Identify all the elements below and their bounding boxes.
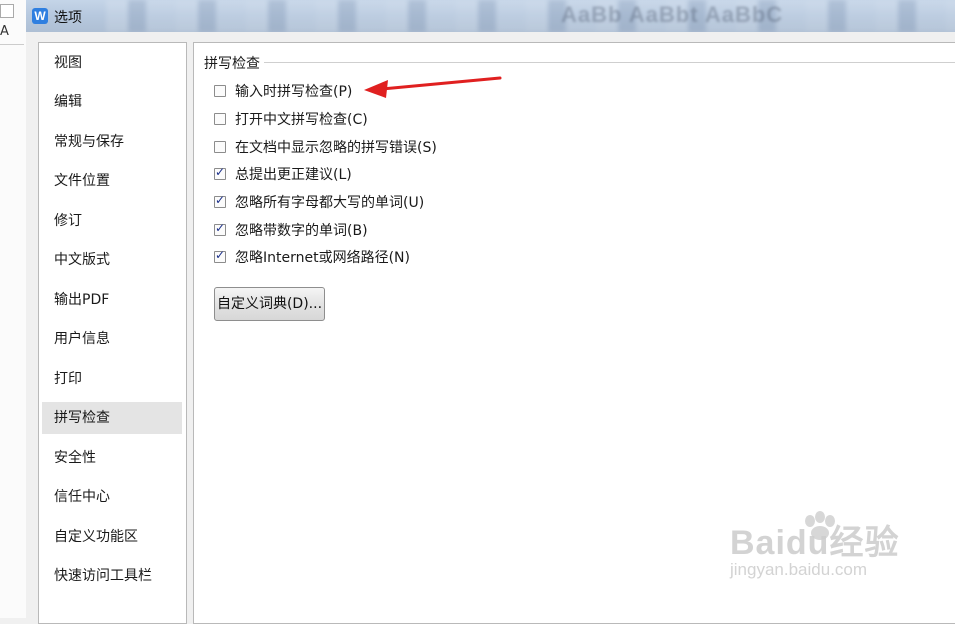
background-app-strip: A [0, 0, 27, 618]
checkbox[interactable] [214, 248, 226, 263]
option-ignore-internet-paths[interactable]: 忽略Internet或网络路径(N) [214, 247, 410, 267]
background-toolbar-icon: A [0, 24, 9, 39]
group-divider [264, 62, 955, 63]
dialog-title: 选项 [54, 10, 82, 26]
nav-item-export-pdf[interactable]: 输出PDF [42, 284, 182, 316]
nav-item-customize-ribbon[interactable]: 自定义功能区 [42, 521, 182, 553]
options-nav-list: 视图 编辑 常规与保存 文件位置 修订 中文版式 输出PDF 用户信息 打印 拼… [38, 42, 187, 624]
nav-item-security[interactable]: 安全性 [42, 442, 182, 474]
checkbox[interactable] [214, 85, 226, 97]
option-label: 在文档中显示忽略的拼写错误(S) [235, 140, 437, 156]
checkbox[interactable] [214, 165, 226, 180]
option-label: 忽略带数字的单词(B) [235, 223, 368, 239]
checkbox[interactable] [214, 113, 226, 125]
background-combo-box [0, 4, 14, 18]
nav-item-general-save[interactable]: 常规与保存 [42, 126, 182, 158]
nav-item-chinese-layout[interactable]: 中文版式 [42, 244, 182, 276]
option-label: 总提出更正建议(L) [235, 167, 352, 183]
option-show-ignored-errors[interactable]: 在文档中显示忽略的拼写错误(S) [214, 137, 437, 157]
dialog-title-bar[interactable]: AaBb AaBbt AaBbC W 选项 [26, 0, 955, 32]
option-label: 输入时拼写检查(P) [235, 84, 353, 100]
option-ignore-numbers[interactable]: 忽略带数字的单词(B) [214, 220, 368, 240]
nav-item-file-location[interactable]: 文件位置 [42, 165, 182, 197]
nav-item-view[interactable]: 视图 [42, 47, 182, 79]
option-check-while-typing[interactable]: 输入时拼写检查(P) [214, 81, 352, 101]
nav-item-user-info[interactable]: 用户信息 [42, 323, 182, 355]
option-always-suggest[interactable]: 总提出更正建议(L) [214, 164, 352, 184]
spell-check-group-title: 拼写检查 [204, 53, 262, 73]
custom-dictionary-button[interactable]: 自定义词典(D)... [214, 287, 325, 321]
option-label: 忽略Internet或网络路径(N) [235, 250, 410, 266]
nav-item-spell-check[interactable]: 拼写检查 [42, 402, 182, 434]
option-ignore-uppercase[interactable]: 忽略所有字母都大写的单词(U) [214, 192, 424, 212]
nav-item-print[interactable]: 打印 [42, 363, 182, 395]
baidu-jingyan-watermark: Baidu经验 jingyan.baidu.com [730, 511, 899, 580]
nav-item-edit[interactable]: 编辑 [42, 86, 182, 118]
option-label: 忽略所有字母都大写的单词(U) [235, 195, 425, 211]
checkbox[interactable] [214, 221, 226, 236]
paw-icon [805, 511, 835, 540]
nav-item-revision[interactable]: 修订 [42, 205, 182, 237]
wps-app-icon: W [32, 8, 48, 24]
background-ribbon-styles: AaBb AaBbt AaBbC [561, 2, 784, 27]
option-chinese-spell-check[interactable]: 打开中文拼写检查(C) [214, 109, 368, 129]
background-ribbon-blur [106, 0, 955, 32]
nav-item-trust-center[interactable]: 信任中心 [42, 481, 182, 513]
red-arrow-annotation [364, 76, 502, 98]
nav-item-quick-access-toolbar[interactable]: 快速访问工具栏 [42, 560, 182, 592]
background-divider [0, 44, 24, 45]
checkbox[interactable] [214, 141, 226, 153]
checkbox[interactable] [214, 193, 226, 208]
option-label: 打开中文拼写检查(C) [235, 112, 368, 128]
